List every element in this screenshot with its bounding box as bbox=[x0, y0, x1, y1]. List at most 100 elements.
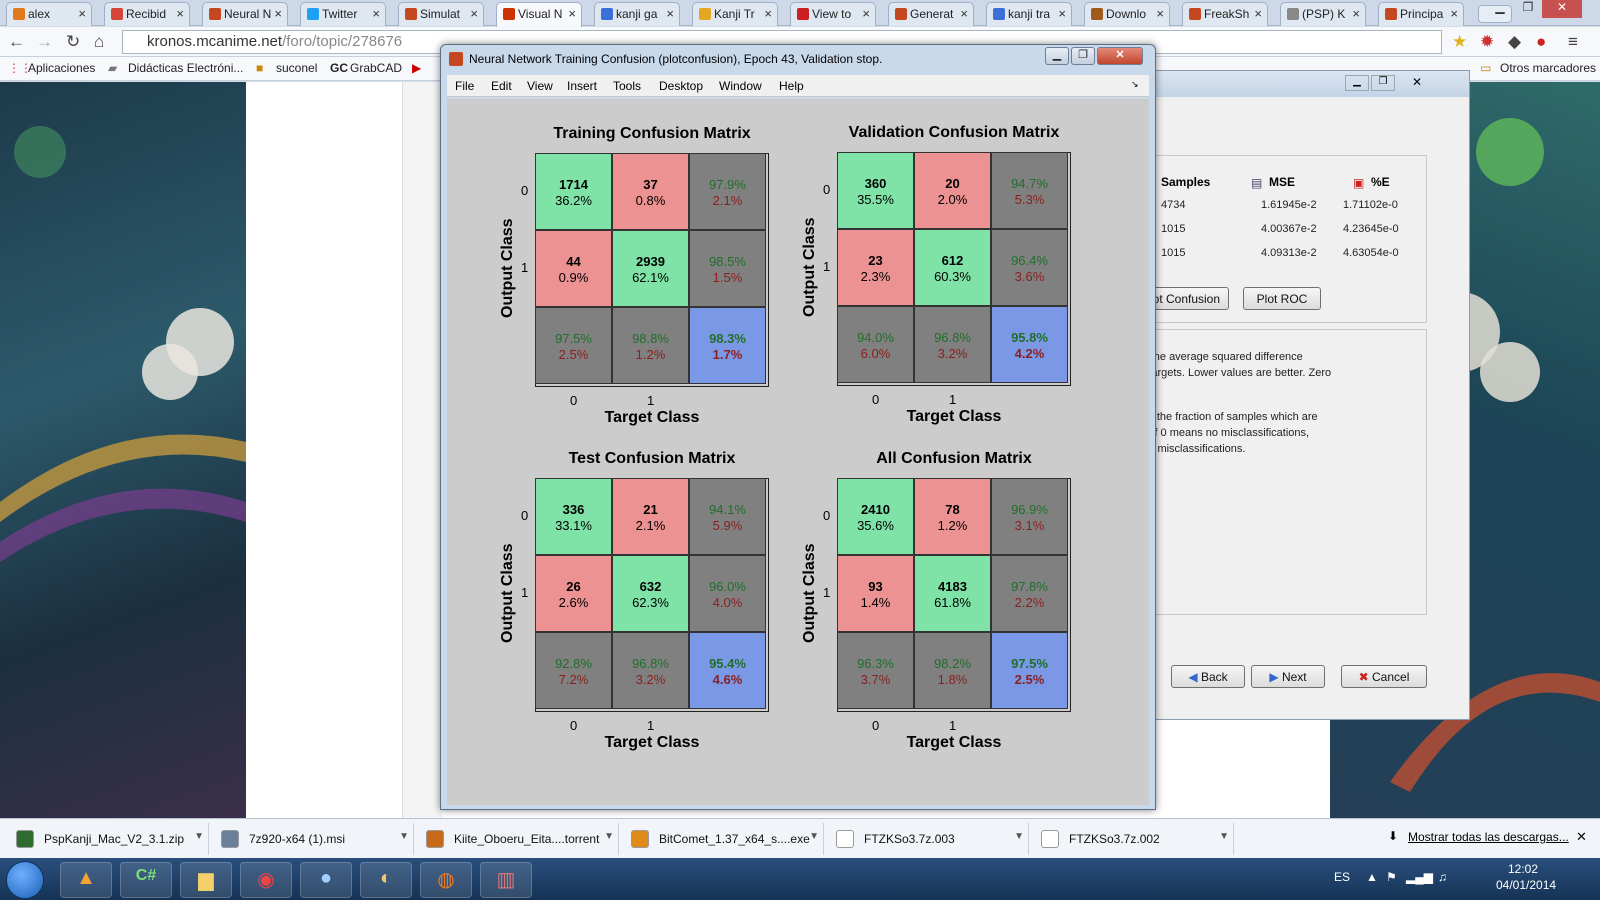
winrar-task-icon[interactable]: ▥ bbox=[480, 862, 532, 898]
chevron-down-icon[interactable]: ▼ bbox=[1014, 831, 1024, 842]
tab-close-icon[interactable]: × bbox=[568, 6, 576, 21]
download-item[interactable]: Kiite_Oboeru_Eita....torrent ▼ bbox=[414, 823, 619, 855]
tray-volume-icon[interactable]: ♫ bbox=[1438, 870, 1447, 884]
menu-view[interactable]: View bbox=[527, 79, 553, 93]
bookmark-grabcad[interactable]: GrabCAD bbox=[350, 61, 402, 75]
minimize-button[interactable]: ▁ bbox=[1045, 47, 1069, 65]
bookmark-didacticas[interactable]: Didácticas Electróni... bbox=[128, 61, 243, 75]
next-button[interactable]: ▶ Next bbox=[1251, 665, 1325, 688]
download-item[interactable]: FTZKSo3.7z.003 ▼ bbox=[824, 823, 1029, 855]
paint-task-icon[interactable]: ◐ bbox=[360, 862, 412, 898]
browser-tab[interactable]: alex × bbox=[6, 2, 92, 26]
download-item[interactable]: 7z920-x64 (1).msi ▼ bbox=[209, 823, 414, 855]
browser-tab[interactable]: FreakSh × bbox=[1182, 2, 1268, 26]
download-item[interactable]: BitComet_1.37_x64_s....exe ▼ bbox=[619, 823, 824, 855]
tab-close-icon[interactable]: × bbox=[862, 6, 870, 21]
close-button[interactable]: ✕ bbox=[1097, 47, 1143, 65]
show-all-downloads-link[interactable]: Mostrar todas las descargas... bbox=[1408, 830, 1569, 844]
extension-icon[interactable]: ✹ bbox=[1480, 32, 1494, 52]
chevron-down-icon[interactable]: ▼ bbox=[399, 831, 409, 842]
chevron-down-icon[interactable]: ▼ bbox=[194, 831, 204, 842]
browser-tab[interactable]: Generat × bbox=[888, 2, 974, 26]
browser-tab[interactable]: Twitter × bbox=[300, 2, 386, 26]
csharp-task-icon[interactable]: C# bbox=[120, 862, 172, 898]
app-task-icon[interactable]: ● bbox=[300, 862, 352, 898]
maximize-window-button[interactable]: ❐ bbox=[1514, 0, 1542, 18]
adblock-icon[interactable]: ● bbox=[1536, 32, 1546, 52]
home-icon[interactable]: ⌂ bbox=[94, 32, 104, 52]
tab-close-icon[interactable]: × bbox=[666, 6, 674, 21]
back-arrow-icon[interactable]: ← bbox=[8, 32, 25, 52]
tab-close-icon[interactable]: × bbox=[372, 6, 380, 21]
menu-desktop[interactable]: Desktop bbox=[659, 79, 703, 93]
start-button[interactable] bbox=[6, 861, 44, 899]
download-item[interactable]: FTZKSo3.7z.002 ▼ bbox=[1029, 823, 1234, 855]
browser-tab[interactable]: kanji tra × bbox=[986, 2, 1072, 26]
clock-time[interactable]: 12:02 bbox=[1508, 862, 1538, 876]
tab-close-icon[interactable]: × bbox=[764, 6, 772, 21]
back-button[interactable]: ◀ Back bbox=[1171, 665, 1245, 688]
bg-maximize-button[interactable]: ❐ bbox=[1371, 75, 1395, 91]
chevron-down-icon[interactable]: ▼ bbox=[1219, 831, 1229, 842]
tab-close-icon[interactable]: × bbox=[78, 6, 86, 21]
dock-arrow-icon[interactable]: ↘ bbox=[1131, 79, 1139, 90]
tray-arrow-icon[interactable]: ▲ bbox=[1366, 870, 1378, 884]
forward-arrow-icon[interactable]: → bbox=[36, 32, 53, 52]
star-bookmark-icon[interactable]: ★ bbox=[1452, 32, 1467, 52]
menu-icon[interactable]: ≡ bbox=[1568, 32, 1578, 52]
close-shelf-icon[interactable]: ✕ bbox=[1576, 829, 1587, 845]
extension-icon-2[interactable]: ◆ bbox=[1508, 32, 1521, 52]
browser-tab[interactable]: Downlo × bbox=[1084, 2, 1170, 26]
tab-close-icon[interactable]: × bbox=[960, 6, 968, 21]
tab-close-icon[interactable]: × bbox=[1058, 6, 1066, 21]
tab-close-icon[interactable]: × bbox=[176, 6, 184, 21]
browser-tab[interactable]: Neural N × bbox=[202, 2, 288, 26]
tab-close-icon[interactable]: × bbox=[1156, 6, 1164, 21]
explorer-folder-icon[interactable]: ▆ bbox=[180, 862, 232, 898]
bookmark-suconel[interactable]: suconel bbox=[276, 61, 317, 75]
bookmark-apps[interactable]: Aplicaciones bbox=[28, 61, 95, 75]
tab-close-icon[interactable]: × bbox=[1352, 6, 1360, 21]
menu-tools[interactable]: Tools bbox=[613, 79, 641, 93]
chevron-down-icon[interactable]: ▼ bbox=[809, 831, 819, 842]
menu-help[interactable]: Help bbox=[779, 79, 804, 93]
minimize-window-button[interactable]: ▁ bbox=[1486, 0, 1514, 18]
browser-tab[interactable]: (PSP) K × bbox=[1280, 2, 1366, 26]
tab-close-icon[interactable]: × bbox=[1254, 6, 1262, 21]
other-bookmarks[interactable]: Otros marcadores bbox=[1500, 61, 1596, 75]
reload-icon[interactable]: ↻ bbox=[66, 32, 80, 52]
menu-window[interactable]: Window bbox=[719, 79, 762, 93]
browser-tab[interactable]: Simulat × bbox=[398, 2, 484, 26]
menu-insert[interactable]: Insert bbox=[567, 79, 597, 93]
bitcomet-task-icon[interactable]: ◍ bbox=[420, 862, 472, 898]
browser-tab[interactable]: Kanji Tr × bbox=[692, 2, 778, 26]
clock-date[interactable]: 04/01/2014 bbox=[1496, 878, 1556, 892]
tray-flag-icon[interactable]: ⚑ bbox=[1386, 870, 1397, 884]
tab-close-icon[interactable]: × bbox=[274, 6, 282, 21]
close-window-button[interactable]: ✕ bbox=[1542, 0, 1582, 18]
cell-error-rate: 2.2% bbox=[1014, 595, 1045, 610]
tab-close-icon[interactable]: × bbox=[470, 6, 478, 21]
chrome-task-icon[interactable]: ◉ bbox=[240, 862, 292, 898]
browser-tab[interactable]: kanji ga × bbox=[594, 2, 680, 26]
plot-roc-button[interactable]: Plot ROC bbox=[1243, 287, 1321, 310]
bg-minimize-button[interactable]: ▁ bbox=[1345, 75, 1369, 91]
cancel-button[interactable]: ✖ Cancel bbox=[1341, 665, 1427, 688]
bg-close-button[interactable]: ✕ bbox=[1397, 75, 1437, 91]
browser-tab[interactable]: View to × bbox=[790, 2, 876, 26]
samples-header: Samples bbox=[1161, 175, 1211, 189]
browser-tab[interactable]: Recibid × bbox=[104, 2, 190, 26]
browser-tab[interactable]: Principa × bbox=[1378, 2, 1464, 26]
chevron-down-icon[interactable]: ▼ bbox=[604, 831, 614, 842]
browser-tab[interactable]: Visual N × bbox=[496, 2, 582, 27]
y-tick-label: 1 bbox=[823, 259, 831, 274]
tray-network-icon[interactable]: ▂▄▆ bbox=[1406, 870, 1433, 884]
maximize-button[interactable]: ❐ bbox=[1071, 47, 1095, 65]
download-item[interactable]: PspKanji_Mac_V2_3.1.zip ▼ bbox=[4, 823, 209, 855]
tab-close-icon[interactable]: × bbox=[1450, 6, 1458, 21]
menu-file[interactable]: File bbox=[455, 79, 474, 93]
matlab-task-icon[interactable]: ▲ bbox=[60, 862, 112, 898]
language-indicator[interactable]: ES bbox=[1334, 870, 1350, 884]
youtube-icon[interactable]: ▶ bbox=[412, 61, 421, 75]
menu-edit[interactable]: Edit bbox=[491, 79, 512, 93]
